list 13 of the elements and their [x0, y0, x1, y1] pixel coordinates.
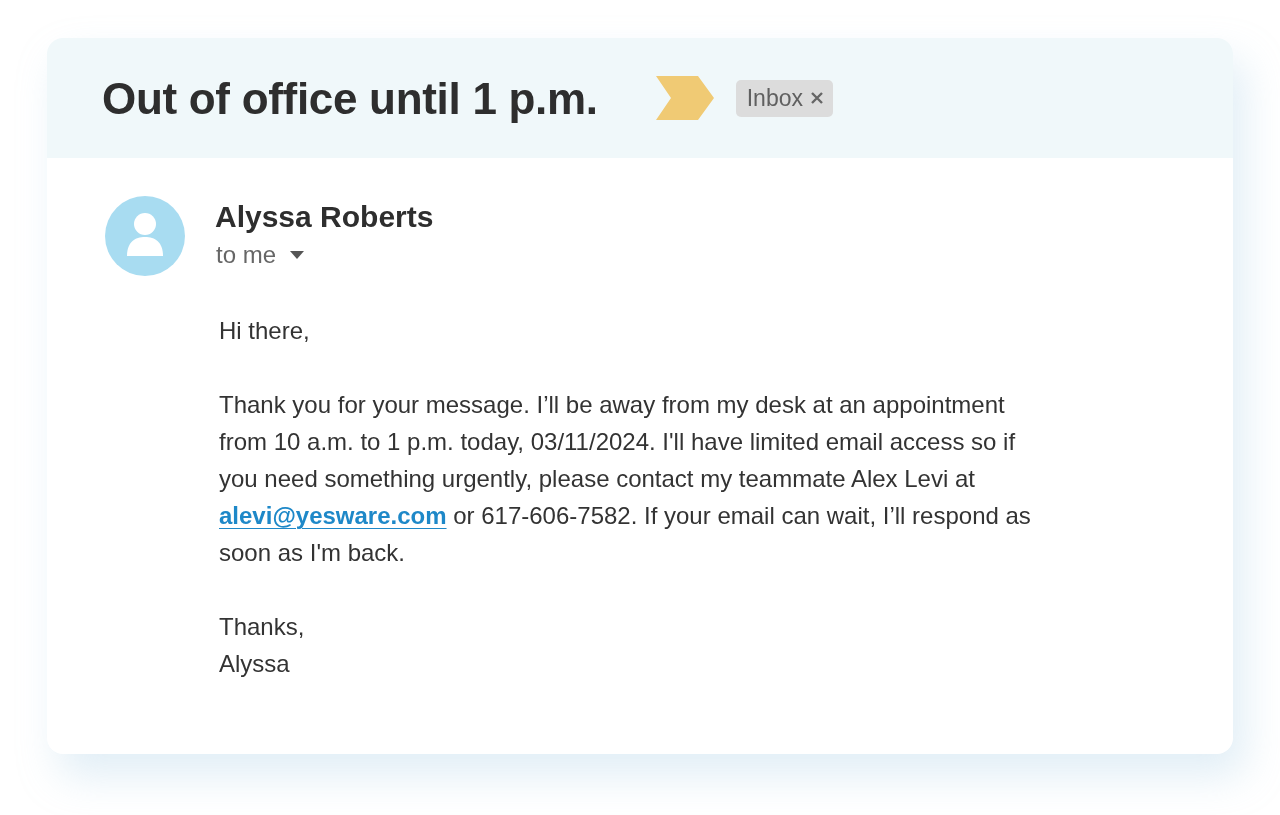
- sender-name: Alyssa Roberts: [215, 200, 434, 234]
- email-link[interactable]: alevi@yesware.com: [219, 502, 447, 529]
- message-paragraph: Thank you for your message. I’ll be away from my desk at an appointment from 10 a.m. to 1 p.m. today, 03/11/2024. I'll have limited email access so if you need something urgently, please contact my teammate Alex Levi at alevi@yesware.com or 617-606-7582. If your email can wait, I’ll respond as soon as I'm back.: [219, 390, 1032, 568]
- closing-text: Alyssa: [219, 649, 291, 679]
- caret-icon: [290, 251, 305, 259]
- recipient-dropdown[interactable]: to me: [216, 240, 305, 270]
- greeting-text: Hi there,: [219, 316, 311, 346]
- email-subject: Out of office until 1 p.m.: [102, 74, 598, 124]
- closing-text: Thanks,: [219, 612, 306, 642]
- avatar-icon: [105, 196, 185, 276]
- label-text: Inbox: [746, 84, 803, 112]
- close-icon[interactable]: [811, 92, 823, 104]
- importance-marker-icon[interactable]: [653, 76, 714, 120]
